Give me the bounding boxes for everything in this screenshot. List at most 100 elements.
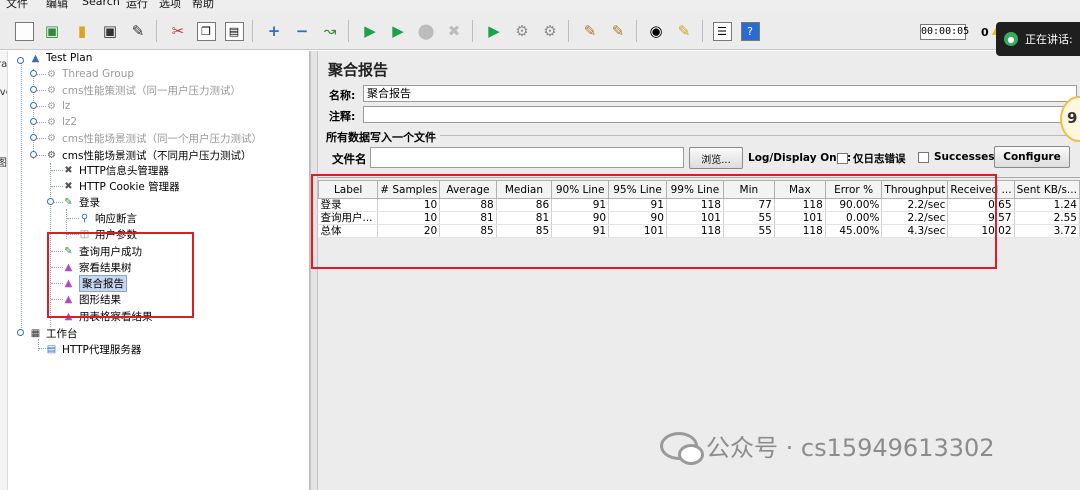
errors-only-checkbox[interactable]: 仅日志错误 (837, 151, 906, 166)
tree-toggle[interactable] (30, 118, 37, 125)
gear-icon: ⚙ (47, 68, 56, 80)
write-results-title: 所有数据写入一个文件 (326, 129, 440, 145)
open-icon[interactable]: ▮ (70, 19, 94, 43)
tree-node-cms-scene-diff[interactable]: ⚙ cms性能场景测试（不同用户压力测试） (44, 147, 251, 163)
save-as-icon[interactable]: ✎ (126, 19, 150, 43)
expand-icon[interactable]: + (262, 19, 286, 43)
highlight-box-table (311, 174, 997, 269)
tree-toggle[interactable] (30, 86, 37, 93)
clear-all-icon[interactable]: ✎ (606, 19, 630, 43)
menu-edit[interactable]: 编辑 (46, 0, 68, 11)
collapse-icon[interactable]: − (290, 19, 314, 43)
sampler-pen-icon: ✎ (64, 196, 73, 208)
filename-field[interactable] (370, 147, 684, 168)
errors-only-label: 仅日志错误 (853, 153, 906, 165)
highlight-box-tree (47, 232, 194, 318)
tree-toggle[interactable] (17, 57, 24, 64)
table-cell: 3.72 (1014, 224, 1080, 238)
gear-icon: ⚙ (47, 149, 56, 161)
tree-node-lz[interactable]: ⚙ lz (44, 98, 70, 114)
wrench-icon: ✖ (64, 180, 73, 192)
tree-toggle[interactable] (47, 198, 54, 205)
workbench-icon: ▦ (30, 327, 41, 339)
configure-button[interactable]: Configure (994, 146, 1070, 168)
tree-node-workbench[interactable]: ▦ 工作台 (28, 325, 78, 341)
copy-icon[interactable]: ❐ (194, 19, 218, 43)
wrench-icon: ✖ (64, 164, 73, 176)
tree-node-response-assert[interactable]: ⚲ 响应断言 (77, 210, 137, 226)
gear-icon: ⚙ (47, 100, 56, 112)
paste-icon[interactable]: ▤ (222, 19, 246, 43)
help-icon[interactable]: ? (738, 19, 762, 43)
toolbar: ▣ ▮ ▣ ✎ ✂ ❐ ▤ + − ↝ ▶ ▶ ⬤ ✖ ▶ ⚙ ⚙ ✎ ✎ ◉ … (0, 12, 1080, 50)
menu-run[interactable]: 运行 (126, 0, 148, 11)
reset-search-icon[interactable]: ✎ (672, 19, 696, 43)
active-threads-count: 0 (981, 26, 989, 39)
elapsed-timer: 00:00:05 (920, 24, 969, 40)
remote-exit-icon[interactable]: ⚙ (538, 19, 562, 43)
gear-icon: ⚙ (47, 132, 56, 144)
speaking-notification: ● 正在讲话: (996, 22, 1080, 56)
edge-label: ive (0, 87, 7, 98)
tree-toggle[interactable] (30, 134, 37, 141)
tree-node-lz2[interactable]: ⚙ lz2 (44, 114, 77, 130)
stop-icon[interactable]: ⬤ (414, 19, 438, 43)
table-cell: 1.24 (1014, 198, 1080, 212)
tree-node-cms-scene-same[interactable]: ⚙ cms性能场景测试（同一个用户压力测试） (44, 130, 262, 146)
tree-toggle[interactable] (17, 329, 24, 336)
templates-icon[interactable]: ▣ (40, 19, 64, 43)
new-icon[interactable] (12, 19, 36, 43)
successes-checkbox[interactable]: Successes (918, 151, 994, 163)
menu-options[interactable]: 选项 (159, 0, 181, 11)
tree-toggle[interactable] (30, 151, 37, 158)
menu-file[interactable]: 文件 (6, 0, 28, 11)
toggle-icon[interactable]: ↝ (318, 19, 342, 43)
menu-help[interactable]: 帮助 (192, 0, 214, 11)
wechat-logo-icon (660, 431, 704, 465)
shutdown-icon[interactable]: ✖ (442, 19, 466, 43)
search-icon[interactable]: ◉ (644, 19, 668, 43)
tree-toggle[interactable] (30, 102, 37, 109)
clear-icon[interactable]: ✎ (578, 19, 602, 43)
panel-splitter[interactable] (310, 51, 318, 490)
start-icon[interactable]: ▶ (358, 19, 382, 43)
test-plan-icon: ▲ (31, 52, 40, 64)
gear-icon: ⚙ (47, 116, 56, 128)
comment-label: 注释: (329, 110, 356, 123)
tree-node-cms-strategy[interactable]: ⚙ cms性能策测试（同一用户压力测试） (44, 82, 241, 98)
tree-node-thread-group[interactable]: ⚙ Thread Group (44, 66, 134, 82)
filename-label: 文件名 (332, 152, 367, 166)
watermark: 公众号 · cs15949613302 (660, 428, 995, 465)
start-no-pause-icon[interactable]: ▶ (386, 19, 410, 43)
browse-button[interactable]: 浏览... (689, 147, 743, 169)
remote-stop-icon[interactable]: ⚙ (510, 19, 534, 43)
left-edge-strip: ra ive 图 (0, 51, 8, 490)
tree-toggle[interactable] (30, 70, 37, 77)
magnifier-icon: ⚲ (80, 212, 89, 224)
comment-field[interactable] (363, 106, 1077, 123)
cut-icon[interactable]: ✂ (166, 19, 190, 43)
name-field[interactable]: 聚合报告 (363, 85, 1077, 102)
aggregate-report-panel: 聚合报告 名称: 聚合报告 注释: 所有数据写入一个文件 文件名 浏览... L… (317, 51, 1080, 490)
function-helper-icon[interactable]: ☰ (710, 19, 734, 43)
menu-search[interactable]: Search (82, 0, 120, 8)
tree-node-test-plan[interactable]: ▲ Test Plan (28, 50, 93, 66)
tree-node-http-cookie[interactable]: ✖ HTTP Cookie 管理器 (61, 178, 179, 194)
edge-label: 图 (0, 154, 7, 169)
edge-label: ra (0, 59, 8, 70)
gear-icon: ⚙ (47, 84, 56, 96)
log-display-label: Log/Display Only: (748, 152, 852, 164)
column-header[interactable]: Sent KB/s... (1013, 180, 1080, 199)
tree-node-login[interactable]: ✎ 登录 (61, 194, 100, 210)
tree-node-http-proxy[interactable]: ▤ HTTP代理服务器 (44, 341, 142, 357)
page-title: 聚合报告 (328, 61, 389, 79)
watermark-text: 公众号 · cs15949613302 (706, 434, 995, 462)
save-icon[interactable]: ▣ (98, 19, 122, 43)
menu-bar: 文件 编辑 Search 运行 选项 帮助 (0, 0, 1080, 12)
successes-label: Successes (934, 151, 995, 163)
proxy-icon: ▤ (46, 343, 57, 355)
tree-node-http-header[interactable]: ✖ HTTP信息头管理器 (61, 162, 169, 178)
remote-start-icon[interactable]: ▶ (482, 19, 506, 43)
microphone-icon: ● (1004, 32, 1018, 46)
name-label: 名称: (329, 89, 356, 102)
